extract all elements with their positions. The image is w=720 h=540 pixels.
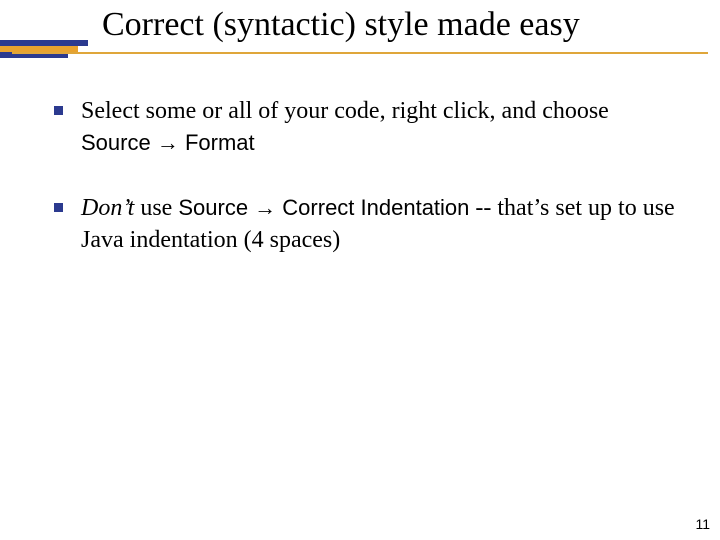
slide-header: Correct (syntactic) style made easy (0, 0, 720, 60)
text-run: Select some or all of your code, right c… (81, 98, 609, 124)
menu-path-format: Format (185, 130, 255, 155)
title-underline (12, 52, 708, 54)
slide-body: Select some or all of your code, right c… (54, 95, 680, 289)
menu-path-source: Source (178, 195, 248, 220)
menu-path-correct-indentation: Correct Indentation (282, 195, 469, 220)
emphasis-dont: Don’t (81, 195, 134, 221)
bullet-icon (54, 106, 63, 115)
slide-title: Correct (syntactic) style made easy (102, 6, 580, 44)
arrow-icon: → (248, 195, 282, 220)
arrow-icon: → (151, 130, 185, 155)
menu-path-source: Source (81, 130, 151, 155)
list-item: Don’t use Source → Correct Indentation -… (54, 192, 680, 257)
bullet-text: Don’t use Source → Correct Indentation -… (81, 192, 680, 257)
bullet-text: Select some or all of your code, right c… (81, 95, 680, 160)
page-number: 11 (695, 516, 710, 532)
bullet-icon (54, 203, 63, 212)
text-run: use (134, 195, 178, 221)
list-item: Select some or all of your code, right c… (54, 95, 680, 160)
